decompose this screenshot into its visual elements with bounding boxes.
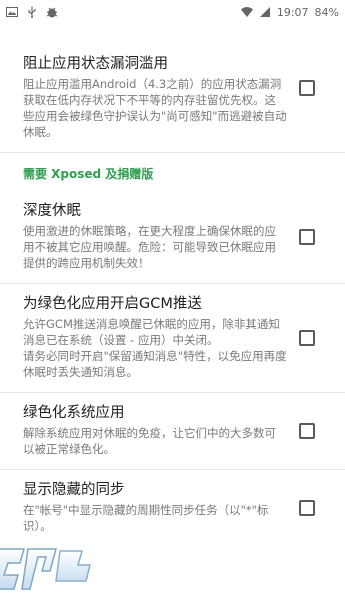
setting-description: 允许GCM推送消息唤醒已休眠的应用，除非其通知消息已在系统（设置 - 应用）中关… — [23, 316, 287, 380]
setting-greenify-system-apps[interactable]: 绿色化系统应用 解除系统应用对休眠的免疫，让它们中的大多数可以被正常绿色化。 — [0, 393, 345, 470]
setting-title: 深度休眠 — [23, 203, 81, 219]
setting-description: 阻止应用滥用Android（4.3之前）的应用状态漏洞获取在低内存状况下不平等的… — [23, 77, 287, 139]
settings-list: 阻止应用状态漏洞滥用 阻止应用滥用Android（4.3之前）的应用状态漏洞获取… — [0, 24, 345, 613]
setting-deep-hibernation[interactable]: 深度休眠 使用激进的休眠策略，在更大程度上确保休眠的应用不被其它应用唤醒。危险：… — [0, 191, 345, 284]
prevent-state-abuse-checkbox[interactable] — [299, 80, 315, 96]
setting-description: 在"帐号"中显示隐藏的周期性同步任务（以"*"标识）。 — [23, 503, 269, 533]
setting-title: 显示隐藏的同步 — [23, 482, 125, 498]
image-icon — [6, 7, 18, 17]
status-bar: 19:07 84% — [0, 0, 345, 24]
setting-description: 使用激进的休眠策略，在更大程度上确保休眠的应用不被其它应用唤醒。危险：可能导致已… — [23, 224, 276, 270]
android-debug-icon — [46, 7, 58, 18]
setting-description-part2: 请务必同时开启"保留通知消息"特性，以免应用再度休眠时丢失通知消息。 — [23, 349, 287, 379]
show-hidden-sync-checkbox[interactable] — [299, 500, 315, 516]
setting-title: 为绿色化应用开启GCM推送 — [23, 296, 202, 312]
setting-description-part1: 允许GCM推送消息唤醒已休眠的应用，除非其通知消息已在系统（设置 - 应用）中关… — [23, 317, 280, 347]
setting-prevent-state-abuse[interactable]: 阻止应用状态漏洞滥用 阻止应用滥用Android（4.3之前）的应用状态漏洞获取… — [0, 24, 345, 153]
status-right-icons: 19:07 84% — [240, 5, 339, 19]
setting-gcm-push[interactable]: 为绿色化应用开启GCM推送 允许GCM推送消息唤醒已休眠的应用，除非其通知消息已… — [0, 284, 345, 393]
wifi-icon — [240, 7, 253, 17]
deep-hibernation-checkbox[interactable] — [299, 229, 315, 245]
setting-title: 绿色化系统应用 — [23, 405, 125, 421]
status-left-icons — [6, 6, 58, 18]
setting-show-hidden-sync[interactable]: 显示隐藏的同步 在"帐号"中显示隐藏的周期性同步任务（以"*"标识）。 — [0, 470, 345, 546]
gcm-push-checkbox[interactable] — [299, 330, 315, 346]
status-time: 19:07 — [276, 5, 309, 19]
signal-icon — [259, 7, 270, 17]
setting-description: 解除系统应用对休眠的免疫，让它们中的大多数可以被正常绿色化。 — [23, 426, 276, 456]
usb-icon — [28, 6, 36, 18]
status-battery: 84% — [314, 5, 339, 19]
section-header-xposed: 需要 Xposed 及捐赠版 — [23, 167, 154, 181]
setting-title: 阻止应用状态漏洞滥用 — [23, 56, 168, 72]
greenify-system-apps-checkbox[interactable] — [299, 423, 315, 439]
